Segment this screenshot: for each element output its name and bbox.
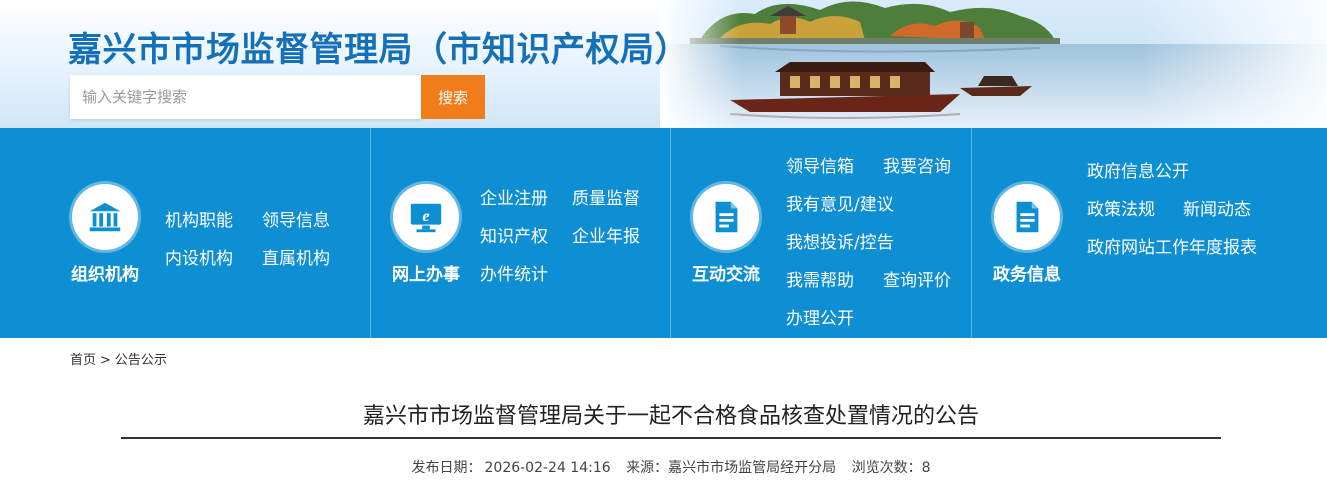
site-title: 嘉兴市市场监督管理局（市知识产权局） (68, 30, 689, 70)
nav-link-suggestions[interactable]: 我有意见/建议 (786, 190, 894, 215)
nav-link-government-disclosure[interactable]: 政府信息公开 (1087, 157, 1189, 182)
source: 嘉兴市市场监管局经开分局 (668, 460, 837, 476)
south-lake-red-boat-banner (660, 0, 1327, 128)
nav-panel-interaction: 互动交流 领导信箱 我要咨询 我有意见/建议 我想投诉/控告 我需帮助 查询评价… (671, 128, 972, 338)
nav-category-label[interactable]: 政务信息 (993, 260, 1061, 285)
nav-link-business-registration[interactable]: 企业注册 (480, 184, 548, 209)
nav-panel-government-info: 政务信息 政府信息公开 政策法规 新闻动态 政府网站工作年度报表 (972, 128, 1327, 338)
site-header: 嘉兴市市场监督管理局（市知识产权局） 搜索 (0, 0, 1327, 128)
nav-link-affiliated-units[interactable]: 直属机构 (262, 244, 330, 269)
breadcrumb-separator: > (100, 353, 111, 368)
nav-link-internal-departments[interactable]: 内设机构 (165, 244, 233, 269)
nav-link-query-evaluation[interactable]: 查询评价 (883, 266, 951, 291)
document-icon[interactable] (693, 184, 759, 250)
view-count: 8 (921, 460, 931, 476)
breadcrumb: 首页 > 公告公示 (70, 349, 167, 368)
nav-link-quality-supervision[interactable]: 质量监督 (572, 184, 640, 209)
source-label: 来源： (626, 460, 669, 476)
nav-category-label[interactable]: 组织机构 (71, 260, 139, 285)
nav-link-annual-report[interactable]: 企业年报 (572, 222, 640, 247)
nav-link-need-help[interactable]: 我需帮助 (786, 266, 854, 291)
nav-category-label[interactable]: 网上办事 (392, 260, 460, 285)
e-monitor-icon[interactable]: e (393, 184, 459, 250)
nav-category-label[interactable]: 互动交流 (692, 260, 760, 285)
views-label: 浏览次数： (851, 460, 922, 476)
search-input[interactable] (70, 75, 421, 119)
breadcrumb-current[interactable]: 公告公示 (115, 353, 167, 368)
nav-link-consultation[interactable]: 我要咨询 (883, 152, 951, 177)
document-icon[interactable] (994, 184, 1060, 250)
nav-link-handling-disclosure[interactable]: 办理公开 (786, 304, 854, 329)
svg-text:e: e (422, 208, 429, 225)
main-nav: 组织机构 机构职能 领导信息 内设机构 直属机构 e 网上办事 企业注册 质量监… (0, 128, 1327, 338)
nav-link-intellectual-property[interactable]: 知识产权 (480, 222, 548, 247)
nav-link-annual-website-report[interactable]: 政府网站工作年度报表 (1087, 233, 1257, 258)
publish-date: 2026-02-24 14:16 (484, 460, 611, 476)
article-meta: 发布日期： 2026-02-24 14:16 来源：嘉兴市市场监管局经开分局 浏览… (121, 457, 1221, 477)
breadcrumb-home[interactable]: 首页 (70, 353, 96, 368)
publish-date-label: 发布日期： (411, 460, 482, 476)
nav-panel-online-services: e 网上办事 企业注册 质量监督 知识产权 企业年报 办件统计 (371, 128, 671, 338)
nav-link-leader-mailbox[interactable]: 领导信箱 (786, 152, 854, 177)
nav-link-policies-regulations[interactable]: 政策法规 (1087, 195, 1155, 220)
nav-link-institution-functions[interactable]: 机构职能 (165, 206, 233, 231)
article-title: 嘉兴市市场监督管理局关于一起不合格食品核查处置情况的公告 (362, 404, 979, 429)
nav-link-leadership-info[interactable]: 领导信息 (262, 206, 330, 231)
search-button[interactable]: 搜索 (421, 75, 485, 119)
building-columns-icon[interactable] (72, 184, 138, 250)
nav-link-complaints[interactable]: 我想投诉/控告 (786, 228, 894, 253)
title-divider (121, 437, 1221, 439)
nav-link-case-statistics[interactable]: 办件统计 (480, 260, 548, 285)
nav-panel-organization: 组织机构 机构职能 领导信息 内设机构 直属机构 (0, 128, 371, 338)
nav-link-news[interactable]: 新闻动态 (1183, 195, 1251, 220)
